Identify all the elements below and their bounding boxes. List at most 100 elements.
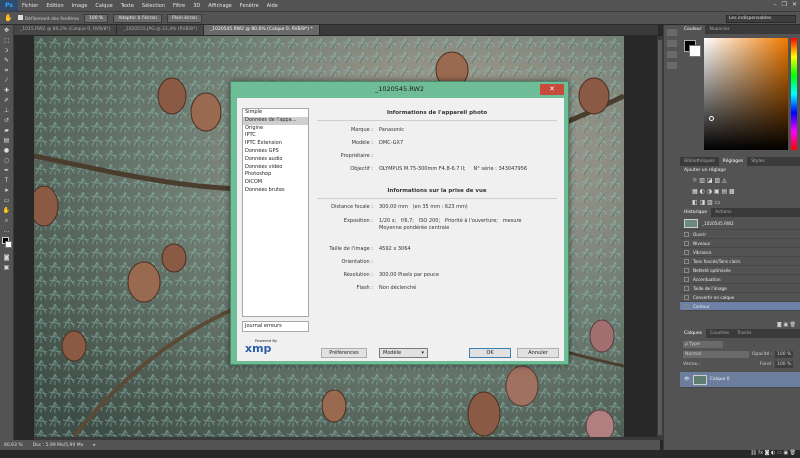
restore-icon[interactable]: ❐ — [782, 1, 787, 8]
pen-tool-icon[interactable]: ✒ — [2, 167, 11, 174]
history-item[interactable]: Taille de l'image — [680, 284, 800, 293]
hand-tool-icon[interactable]: ✋ — [4, 14, 13, 22]
category-item[interactable]: Données audio — [243, 156, 308, 164]
category-item[interactable]: DICOM — [243, 179, 308, 187]
menu-filtre[interactable]: Filtre — [169, 3, 189, 9]
stamp-tool-icon[interactable]: ⊥ — [2, 107, 11, 114]
history-item[interactable]: Vibrance — [680, 248, 800, 257]
category-list[interactable]: Simple Données de l'appa... Origine IPTC… — [242, 108, 309, 317]
zoom-tool-icon[interactable]: ⌕ — [2, 217, 11, 224]
path-select-icon[interactable]: ➤ — [2, 187, 11, 194]
history-snapshot[interactable]: _1020545.RW2 — [680, 217, 800, 230]
close-icon[interactable]: ✕ — [540, 84, 564, 95]
history-item[interactable]: Accentuation — [680, 275, 800, 284]
blend-mode-select[interactable]: Normal — [683, 351, 749, 358]
history-item[interactable]: Convertir en calque — [680, 293, 800, 302]
tab-reglages[interactable]: Réglages — [718, 157, 748, 166]
eyedropper-tool-icon[interactable]: ⁄ — [2, 77, 11, 84]
tab-doc-1[interactable]: _1015.RW2 @ 80,3% (Calque 0, RVB/8*) — [14, 25, 118, 35]
eye-icon[interactable]: 👁 — [684, 377, 690, 382]
opacity-field[interactable]: 100 % — [775, 351, 794, 358]
menu-selection[interactable]: Sélection — [138, 3, 169, 9]
category-item[interactable]: IPTC Extension — [243, 140, 308, 148]
history-item[interactable]: Tons foncés/Tons clairs — [680, 257, 800, 266]
category-item[interactable]: IPTC — [243, 132, 308, 140]
preferences-button[interactable]: Préférences — [321, 348, 367, 358]
category-item[interactable]: Données brutes — [243, 187, 308, 195]
menu-calque[interactable]: Calque — [91, 3, 116, 9]
template-select[interactable]: Modèle ▾ — [379, 348, 428, 358]
healing-tool-icon[interactable]: ✚ — [2, 87, 11, 94]
tab-couches[interactable]: Couches — [706, 329, 733, 338]
cancel-button[interactable]: Annuler — [517, 348, 559, 358]
marquee-tool-icon[interactable]: ⬚ — [2, 37, 11, 44]
menu-fenetre[interactable]: Fenêtre — [236, 3, 263, 9]
properties-panel-icon[interactable] — [667, 40, 677, 47]
category-item[interactable]: Données GPS — [243, 148, 308, 156]
ok-button[interactable]: OK — [469, 348, 511, 358]
category-item[interactable]: Données de l'appa... — [243, 116, 308, 125]
blur-tool-icon[interactable]: ● — [2, 147, 11, 154]
layer-row[interactable]: 👁 Calque 0 — [680, 372, 800, 388]
gradient-tool-icon[interactable]: ▤ — [2, 137, 11, 144]
menu-image[interactable]: Image — [68, 3, 92, 9]
history-item[interactable]: Ouvrir — [680, 230, 800, 239]
zoom-100-button[interactable]: 100 % — [84, 13, 109, 23]
lasso-tool-icon[interactable]: ↄ — [2, 47, 11, 54]
eraser-tool-icon[interactable]: ▰ — [2, 127, 11, 134]
paragraph-panel-icon[interactable] — [667, 62, 677, 69]
category-item[interactable]: Simple — [243, 109, 308, 117]
hand-tool-icon[interactable]: ✋ — [2, 207, 11, 214]
tab-bibliotheques[interactable]: Bibliothèques — [680, 157, 719, 166]
workspace-select[interactable]: Les indispensables — [726, 15, 796, 23]
dodge-tool-icon[interactable]: ○ — [2, 157, 11, 164]
history-brush-icon[interactable]: ↺ — [2, 117, 11, 124]
adjust-icons-row-3[interactable]: ◧ ◨ ▨ ▭ — [680, 197, 800, 208]
menu-affichage[interactable]: Affichage — [204, 3, 236, 9]
zoom-level[interactable]: 80,63 % — [4, 443, 23, 448]
tab-historique[interactable]: Historique — [680, 208, 712, 217]
category-item[interactable]: Données vidéo — [243, 164, 308, 172]
color-picker[interactable] — [680, 34, 800, 157]
history-panel-icon[interactable] — [667, 29, 677, 36]
move-tool-icon[interactable]: ✥ — [2, 27, 11, 34]
history-item[interactable]: Contour — [680, 302, 800, 311]
screen-mode-icon[interactable]: ▣ — [2, 264, 11, 271]
tab-couleur[interactable]: Couleur — [680, 25, 706, 34]
more-tools-icon[interactable]: … — [2, 227, 11, 234]
tab-actions[interactable]: Actions — [711, 208, 735, 217]
quick-mask-icon[interactable]: ◙ — [2, 254, 11, 261]
menu-edition[interactable]: Edition — [42, 3, 67, 9]
menu-texte[interactable]: Texte — [117, 3, 138, 9]
tab-nuancier[interactable]: Nuancier — [705, 25, 733, 34]
fit-screen-button[interactable]: Adapter à l'écran — [113, 13, 162, 23]
status-arrow-icon[interactable]: ▸ — [93, 443, 95, 448]
history-item[interactable]: Netteté optimisée — [680, 266, 800, 275]
close-icon[interactable]: ✕ — [792, 1, 797, 8]
crop-tool-icon[interactable]: ⌗ — [2, 67, 11, 74]
category-item[interactable]: Origine — [243, 125, 308, 133]
error-log-button[interactable]: Journal erreurs — [242, 321, 309, 332]
all-windows-checkbox[interactable]: Défilement des fenêtres — [17, 14, 79, 22]
history-item[interactable]: Niveaux — [680, 239, 800, 248]
menu-fichier[interactable]: Fichier — [18, 3, 42, 9]
type-tool-icon[interactable]: T — [2, 177, 11, 184]
history-footer-icons[interactable]: ◙ ▣ 🗑 — [777, 322, 796, 328]
minimize-icon[interactable]: – — [774, 1, 777, 8]
menu-aide[interactable]: Aide — [263, 3, 282, 9]
tab-traces[interactable]: Tracés — [733, 329, 755, 338]
character-panel-icon[interactable] — [667, 51, 677, 58]
quick-select-tool-icon[interactable]: ✎ — [2, 57, 11, 64]
tab-doc-2[interactable]: _1020555.JPG @ 21,4% (RVB/8*) — [117, 25, 204, 35]
layer-filter-select[interactable]: ρ Type — [683, 341, 723, 348]
adjust-icons-row-1[interactable]: ☼ ▥ ◪ ▧ ◬ — [680, 175, 800, 186]
menu-3d[interactable]: 3D — [189, 3, 204, 9]
category-item[interactable]: Photoshop — [243, 171, 308, 179]
fill-screen-button[interactable]: Plein écran — [166, 13, 202, 23]
layers-footer-icons[interactable]: ⛓ fx ◙ ◐ ▭ ▣ 🗑 — [750, 450, 796, 456]
tab-doc-3[interactable]: _1020545.RW2 @ 80,6% (Calque 0, RVB/8*) … — [203, 25, 320, 35]
brush-tool-icon[interactable]: ✐ — [2, 97, 11, 104]
shape-tool-icon[interactable]: ▭ — [2, 197, 11, 204]
adjust-icons-row-2[interactable]: ▦ ◐ ◑ ▣ ▤ ▩ — [680, 186, 800, 197]
tab-calques[interactable]: Calques — [680, 329, 706, 338]
